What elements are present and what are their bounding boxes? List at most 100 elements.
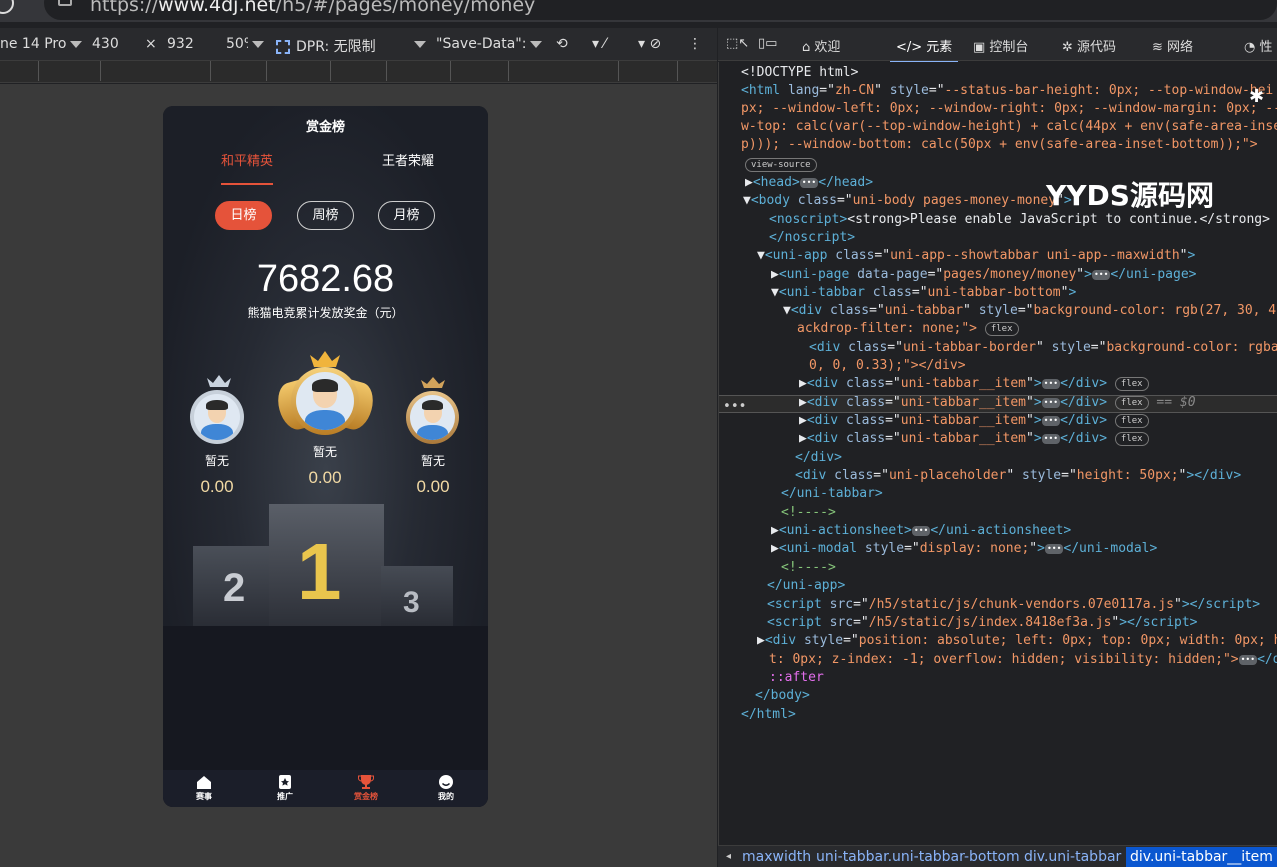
dpr-chevron-icon[interactable]	[410, 36, 426, 52]
home-icon	[197, 776, 211, 789]
podium-number-3: 3	[403, 586, 420, 619]
uni-tabbar-close: </uni-tabbar>	[781, 486, 883, 501]
save-data-select[interactable]: "Save-Data":	[436, 36, 543, 52]
bottom-tabbar: 赛事 推广 赏金榜 我的	[163, 770, 488, 807]
watermark: YYDS源码网	[1046, 179, 1214, 212]
rank-1-name: 暂无	[312, 445, 337, 459]
expand-icon[interactable]: ▶	[771, 541, 779, 556]
site-info-icon[interactable]	[58, 0, 72, 6]
dropdown-icon[interactable]: ▾ ⁄	[592, 36, 606, 52]
tabbar-div-node[interactable]: ▼<div class="uni-tabbar" style="backgrou…	[783, 302, 1277, 320]
breadcrumb-item-1[interactable]: maxwidth	[742, 849, 811, 865]
tabbar-item-node-4[interactable]: ▶<div class="uni-tabbar__item"> ••• </div>…	[799, 430, 1149, 448]
collapse-icon[interactable]: ▼	[771, 285, 779, 300]
rotate-icon[interactable]: ⟲	[556, 36, 568, 52]
device-select[interactable]: ne 14 Pro	[0, 36, 83, 52]
collapse-icon[interactable]: ▼	[783, 303, 791, 318]
uni-tabbar-node[interactable]: ▼<uni-tabbar class="uni-tabbar-bottom">	[771, 284, 1076, 302]
home-icon: ⌂	[802, 40, 815, 55]
expand-icon[interactable]: ▶	[799, 376, 807, 391]
tab-elements[interactable]: </> 元素	[889, 36, 959, 63]
tabbar-item-bounty[interactable]: 赏金榜	[336, 774, 396, 802]
tab-sources[interactable]: ✲ 源代码	[1062, 36, 1116, 55]
html-node[interactable]: <html lang="zh-CN" style="--status-bar-h…	[741, 82, 1273, 100]
total-bounty-label: 熊猫电竞累计发放奖金（元）	[247, 306, 404, 320]
accessibility-icon[interactable]: ✱	[1249, 86, 1264, 107]
tabbar-item-node-1[interactable]: ▶<div class="uni-tabbar__item"> ••• </div>…	[799, 375, 1149, 393]
chevron-down-icon	[70, 40, 83, 48]
hidden-div-node[interactable]: ▶<div style="position: absolute; left: 0…	[757, 632, 1277, 650]
modal-node[interactable]: ▶<uni-modal style="display: none;"> ••• </…	[771, 540, 1157, 558]
chevron-down-icon	[530, 40, 543, 48]
monthly-ranking-button[interactable]: 月榜	[378, 201, 435, 230]
expand-icon[interactable]: ▶	[745, 175, 753, 190]
collapse-icon[interactable]: ▼	[743, 193, 751, 208]
tab-honor-of-kings[interactable]: 王者荣耀	[382, 150, 434, 169]
dropdown-icon-2[interactable]: ▾ ⊘	[638, 36, 661, 52]
height-input[interactable]: 932	[167, 36, 194, 52]
breadcrumb-item-3[interactable]: div.uni-tabbar	[1024, 849, 1121, 865]
podium-number-1: 1	[297, 527, 342, 616]
device-toggle-icon[interactable]: ▯▭	[758, 36, 777, 51]
expand-icon[interactable]: ▶	[799, 431, 807, 446]
scroll-left-icon[interactable]: ◂	[726, 851, 731, 862]
comment-node-1[interactable]: <!---->	[781, 504, 836, 522]
expand-icon[interactable]: ▶	[799, 413, 807, 428]
script-node-2[interactable]: <script src="/h5/static/js/index.8418ef3…	[767, 614, 1198, 632]
script-node-1[interactable]: <script src="/h5/static/js/chunk-vendors…	[767, 596, 1260, 614]
collapse-icon[interactable]: ▼	[757, 248, 765, 263]
uni-app-node[interactable]: ▼<uni-app class="uni-app--showtabbar uni…	[757, 247, 1195, 265]
body-node[interactable]: ▼<body class="uni-body pages-money-money…	[743, 192, 1072, 210]
noscript-close: </noscript>	[769, 230, 856, 245]
tabbar-div-close: </div>	[795, 450, 842, 465]
wifi-icon: ≋	[1152, 40, 1168, 55]
gold-crown-icon	[310, 351, 340, 367]
placeholder-node[interactable]: <div class="uni-placeholder" style="heig…	[795, 467, 1241, 485]
tabbar-item-node-3[interactable]: ▶<div class="uni-tabbar__item"> ••• </div>…	[799, 412, 1149, 430]
width-input[interactable]: 430	[92, 36, 119, 52]
reload-icon[interactable]	[0, 0, 14, 14]
times-label: ×	[145, 36, 157, 52]
tabbar-item-events[interactable]: 赛事	[174, 774, 234, 802]
chevron-down-icon	[252, 40, 264, 48]
uni-page-node[interactable]: ▶<uni-page data-page="pages/money/money"…	[771, 266, 1196, 284]
avatar-rank-2[interactable]	[194, 394, 240, 440]
expand-icon[interactable]: ▶	[799, 395, 807, 410]
doctype-node[interactable]: <!DOCTYPE html>	[741, 64, 858, 82]
daily-ranking-button[interactable]: 日榜	[215, 201, 272, 230]
tabbar-item-mine[interactable]: 我的	[416, 774, 476, 802]
dpr-select[interactable]: DPR: 无限制	[276, 36, 376, 56]
tab-pubg[interactable]: 和平精英	[221, 150, 274, 185]
expand-icon[interactable]: ▶	[771, 523, 779, 538]
actionsheet-node[interactable]: ▶<uni-actionsheet> ••• </uni-actionsheet>	[771, 522, 1071, 540]
tabbar-div-style-cont: ackdrop-filter: none;"> flex	[797, 320, 1019, 338]
expand-icon[interactable]: ▶	[757, 633, 765, 648]
html-close: </html>	[741, 707, 796, 722]
more-options-icon[interactable]: ⋮	[688, 36, 702, 52]
tabbar-item-node-2[interactable]: ▶<div class="uni-tabbar__item"> ••• </div>…	[799, 394, 1196, 412]
view-source-badge[interactable]: view-source	[745, 156, 817, 174]
rank-3-amount: 0.00	[416, 477, 450, 496]
inspect-element-icon[interactable]: ⬚↖	[726, 36, 749, 51]
url-text[interactable]: https://www.4dj.net/h5/#/pages/money/mon…	[90, 0, 535, 16]
tab-console[interactable]: ▣ 控制台	[973, 36, 1028, 55]
head-node[interactable]: ▶<head> ••• </head>	[745, 174, 873, 192]
avatar-rank-3[interactable]	[410, 395, 455, 440]
tab-welcome[interactable]: ⌂ 欢迎	[802, 36, 840, 55]
zoom-select[interactable]: 50%	[226, 36, 264, 52]
html-style-cont-2: w-top: calc(var(--top-window-height) + c…	[741, 119, 1277, 134]
tabbar-item-promote[interactable]: 推广	[255, 774, 315, 802]
gauge-icon: ◔	[1244, 40, 1260, 55]
tabbar-border-node[interactable]: <div class="uni-tabbar-border" style="ba…	[809, 339, 1277, 357]
after-pseudo-element[interactable]: ::after	[769, 669, 824, 687]
breadcrumb-item-2[interactable]: uni-tabbar.uni-tabbar-bottom	[816, 849, 1020, 865]
node-menu-icon[interactable]: •••	[723, 398, 746, 416]
expand-icon[interactable]: ▶	[771, 267, 779, 282]
tab-performance[interactable]: ◔ 性	[1244, 36, 1273, 55]
tab-network[interactable]: ≋ 网络	[1152, 36, 1193, 55]
weekly-ranking-button[interactable]: 周榜	[297, 201, 354, 230]
avatar-rank-1[interactable]	[296, 372, 354, 430]
tabbar-border-cont: 0, 0, 0.33);"></div>	[809, 358, 966, 373]
comment-node-2[interactable]: <!---->	[781, 559, 836, 577]
breadcrumb-item-current[interactable]: div.uni-tabbar__item	[1126, 847, 1277, 867]
